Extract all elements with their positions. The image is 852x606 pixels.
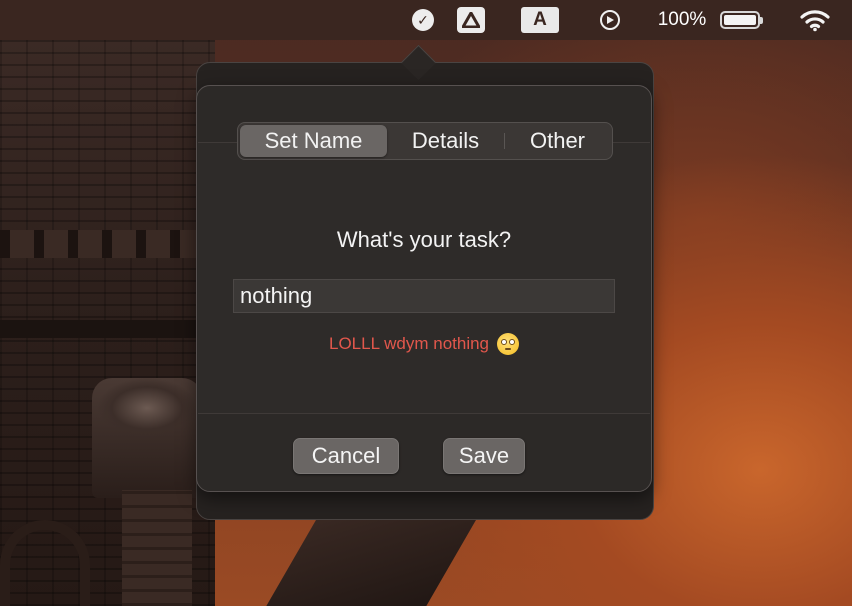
wallpaper-column-capital (92, 378, 202, 498)
wallpaper-ledge (0, 320, 215, 338)
wallpaper-column (122, 490, 192, 606)
battery-nub (760, 17, 763, 24)
check-circle-icon-glyph: ✓ (412, 9, 434, 31)
save-button[interactable]: Save (443, 438, 525, 474)
input-source-label: A (521, 7, 559, 33)
drive-icon[interactable] (456, 7, 486, 33)
battery-fill (724, 15, 756, 25)
tab-set-name[interactable]: Set Name (240, 125, 387, 157)
menu-bar: ✓ A 100% (0, 0, 852, 40)
validation-message-text: LOLLL wdym nothing (328, 334, 490, 353)
battery-percentage[interactable]: 100% (654, 7, 710, 33)
tab-details[interactable]: Details (387, 125, 504, 157)
play-circle-icon-glyph (600, 10, 620, 30)
task-dialog: Set Name Details Other What's your task?… (196, 85, 652, 492)
wallpaper-cornice (0, 230, 215, 258)
cancel-button[interactable]: Cancel (293, 438, 399, 474)
drive-icon-glyph (457, 7, 485, 33)
play-circle-icon[interactable] (596, 7, 624, 33)
validation-message: LOLLL wdym nothing (197, 333, 651, 355)
flushed-face-icon (497, 333, 520, 355)
dialog-content-panel (198, 142, 650, 414)
wallpaper-arch (0, 520, 90, 606)
check-circle-icon[interactable]: ✓ (410, 7, 436, 33)
input-source-icon[interactable]: A (520, 7, 560, 33)
task-prompt: What's your task? (336, 227, 512, 252)
wifi-icon[interactable] (798, 7, 832, 33)
tab-segmented-control: Set Name Details Other (237, 122, 613, 160)
task-name-input[interactable] (233, 279, 615, 313)
battery-body (720, 11, 763, 29)
tab-other[interactable]: Other (505, 125, 610, 157)
battery-icon[interactable] (716, 7, 764, 33)
